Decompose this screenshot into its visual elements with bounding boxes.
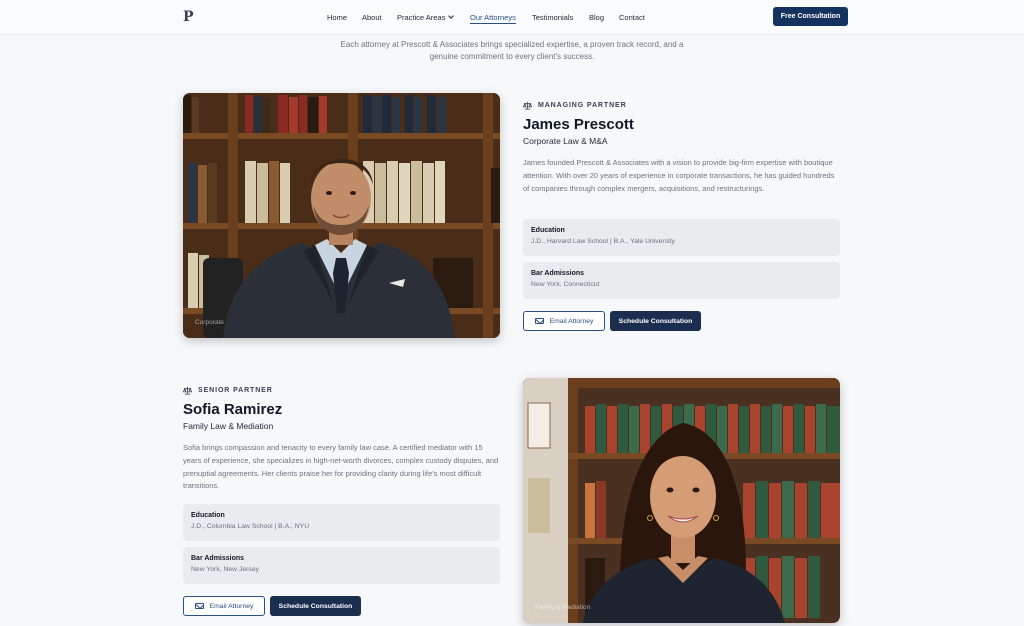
schedule-consultation-button[interactable]: Schedule Consultation [270,596,361,616]
bar-admissions-label: Bar Admissions [531,270,585,277]
envelope-icon [194,603,204,609]
bar-admissions-value: New York, Connecticut [531,281,600,288]
email-attorney-label: Email Attorney [209,602,254,610]
envelope-icon [534,318,544,324]
practice-area: Corporate Law & M&A [523,136,608,146]
education-label: Education [531,227,565,234]
nav-our-attorneys[interactable]: Our Attorneys [470,13,516,24]
nav-practice-areas-label: Practice Areas [397,13,446,22]
attorney-photo-james-prescott: Corporate [183,93,500,338]
bar-admissions-label: Bar Admissions [191,555,245,562]
practice-area: Family Law & Mediation [183,421,274,431]
scales-of-justice-icon [183,386,192,395]
top-navigation: P Home About Practice Areas Our Attorney… [0,0,1024,35]
nav-home[interactable]: Home [327,13,347,22]
education-value: J.D., Harvard Law School | B.A., Yale Un… [531,238,675,245]
attorney-photo-sofia-ramirez: Family & Mediation [523,378,840,623]
attorney-bio: James founded Prescott & Associates with… [523,158,835,193]
role-label: SENIOR PARTNER [198,387,273,394]
nav-about[interactable]: About [362,13,382,22]
education-card: Education J.D., Harvard Law School | B.A… [523,219,840,256]
education-card: Education J.D., Columbia Law School | B.… [183,504,500,541]
email-attorney-label: Email Attorney [549,317,594,325]
bar-admissions-card: Bar Admissions New York, Connecticut [523,262,840,299]
bar-admissions-card: Bar Admissions New York, New Jersey [183,547,500,584]
bar-admissions-value: New York, New Jersey [191,566,259,573]
photo-caption: Corporate [195,319,224,326]
email-attorney-button[interactable]: Email Attorney [523,311,605,331]
attorney-role: MANAGING PARTNER [523,101,627,110]
attorney-role: SENIOR PARTNER [183,386,273,395]
nav-blog[interactable]: Blog [589,13,604,22]
nav-testimonials[interactable]: Testimonials [532,13,573,22]
education-value: J.D., Columbia Law School | B.A., NYU [191,523,310,530]
logo[interactable]: P [183,9,194,25]
scales-of-justice-icon [523,101,532,110]
email-attorney-button[interactable]: Email Attorney [183,596,265,616]
intro-text: Each attorney at Prescott & Associates b… [340,40,684,61]
photo-caption: Family & Mediation [535,604,591,611]
attorney-bio: Sofia brings compassion and tenacity to … [183,443,499,491]
free-consultation-button[interactable]: Free Consultation [773,7,848,26]
attorney-name: James Prescott [523,116,634,133]
nav-contact[interactable]: Contact [619,13,645,22]
education-label: Education [191,512,225,519]
schedule-consultation-button[interactable]: Schedule Consultation [610,311,701,331]
chevron-down-icon [448,13,455,19]
nav-practice-areas[interactable]: Practice Areas [397,13,455,22]
attorney-name: Sofia Ramirez [183,401,283,418]
role-label: MANAGING PARTNER [538,102,627,109]
